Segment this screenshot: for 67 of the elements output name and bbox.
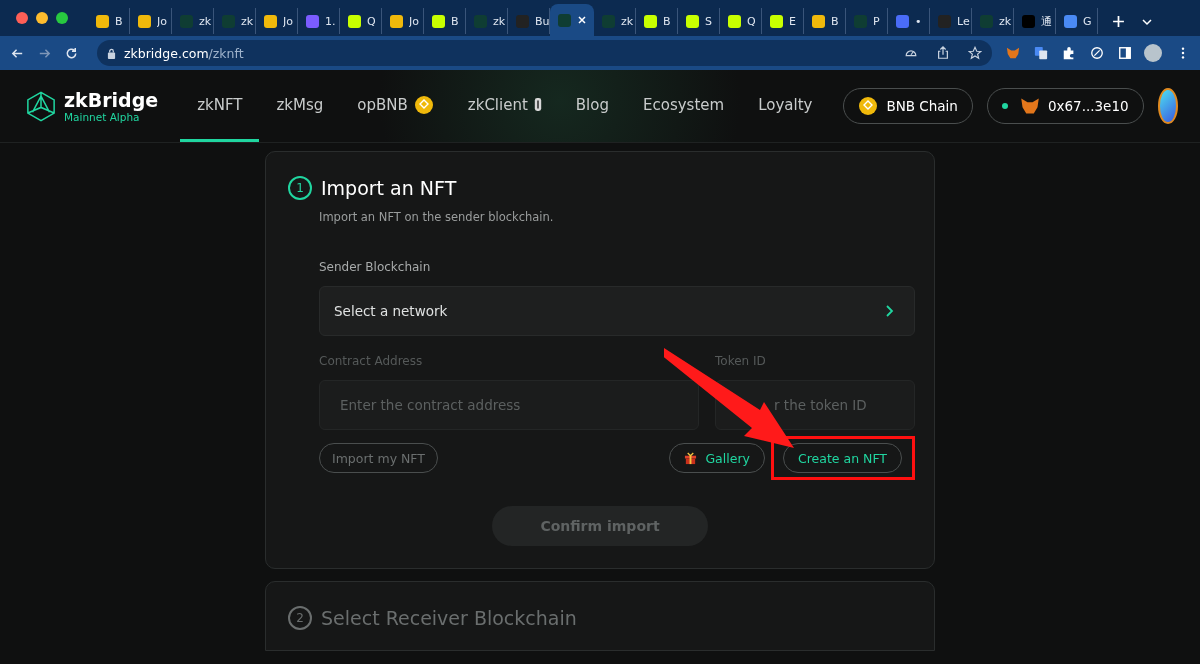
- nav-link[interactable]: zkMsg: [259, 70, 341, 142]
- new-tab-icon[interactable]: [1112, 15, 1125, 28]
- gift-icon: [684, 451, 698, 465]
- url-text: zkbridge.com/zknft: [124, 45, 244, 61]
- brand-name: zkBridge: [64, 89, 159, 111]
- brand-subtitle: Mainnet Alpha: [64, 111, 141, 123]
- chevron-down-icon[interactable]: [1141, 16, 1153, 28]
- field-label: Token ID: [715, 354, 767, 368]
- cube-logo-icon: [26, 89, 56, 123]
- browser-tab[interactable]: •: [888, 8, 930, 34]
- chip-icon: [533, 97, 542, 112]
- profile-avatar[interactable]: [1144, 44, 1162, 62]
- minimize-window-icon[interactable]: [36, 12, 48, 24]
- address-bar[interactable]: zkbridge.com/zknft: [97, 40, 992, 66]
- contract-address-field[interactable]: Enter the contract address: [319, 380, 699, 430]
- translate-icon[interactable]: [1034, 46, 1048, 60]
- puzzle-icon[interactable]: [1062, 46, 1076, 60]
- fox-extension-icon[interactable]: [1006, 46, 1020, 60]
- coin-icon: [858, 96, 879, 116]
- close-icon[interactable]: [577, 15, 587, 25]
- browser-tab[interactable]: G: [1056, 8, 1098, 34]
- browser-tab[interactable]: S: [678, 8, 720, 34]
- browser-tab[interactable]: zk: [594, 8, 636, 34]
- browser-tab[interactable]: B: [88, 8, 130, 34]
- browser-tab[interactable]: Le: [930, 8, 972, 34]
- browser-tab[interactable]: 通: [1014, 8, 1056, 34]
- browser-tab[interactable]: P: [846, 8, 888, 34]
- step-number: 1: [288, 176, 312, 200]
- fox-icon: [1019, 96, 1040, 116]
- step-number: 2: [288, 606, 312, 630]
- star-icon[interactable]: [968, 46, 982, 60]
- connected-dot-icon: [1001, 103, 1008, 109]
- browser-tab[interactable]: Jo: [256, 8, 298, 34]
- chevron-right-icon: [884, 304, 894, 318]
- browser-tab[interactable]: Jo: [382, 8, 424, 34]
- nav-link[interactable]: zkNFT: [180, 70, 260, 142]
- step-title: Select Receiver Blockchain: [321, 607, 577, 629]
- network-select[interactable]: Select a network: [319, 286, 915, 336]
- nav-link[interactable]: Ecosystem: [626, 70, 742, 142]
- nav-link[interactable]: zkClient: [450, 70, 559, 142]
- user-avatar[interactable]: [1157, 88, 1178, 124]
- browser-tab[interactable]: zk: [466, 8, 508, 34]
- field-label: Contract Address: [319, 354, 424, 368]
- lock-icon: [107, 47, 116, 59]
- browser-tab[interactable]: zk: [972, 8, 1014, 34]
- nav-link[interactable]: Blog: [558, 70, 626, 142]
- coin-icon: [413, 94, 434, 115]
- browser-tab[interactable]: 1.: [298, 8, 340, 34]
- maximize-window-icon[interactable]: [56, 12, 68, 24]
- reload-icon[interactable]: [64, 45, 79, 61]
- nav-link[interactable]: Loyalty: [741, 70, 830, 142]
- browser-tab[interactable]: B: [636, 8, 678, 34]
- step-title: Import an NFT: [321, 177, 457, 199]
- browser-tab[interactable]: B: [424, 8, 466, 34]
- browser-tab[interactable]: Q: [340, 8, 382, 34]
- browser-tab[interactable]: Q: [720, 8, 762, 34]
- browser-tab[interactable]: Jo: [130, 8, 172, 34]
- browser-tab[interactable]: zk: [214, 8, 256, 34]
- field-label: Sender Blockchain: [319, 260, 432, 274]
- browser-tab[interactable]: E: [762, 8, 804, 34]
- share-icon[interactable]: [936, 46, 950, 60]
- step-description: Import an NFT on the sender blockchain.: [319, 210, 555, 224]
- close-window-icon[interactable]: [16, 12, 28, 24]
- nav-link[interactable]: opBNB: [340, 70, 451, 142]
- browser-tab[interactable]: zk: [172, 8, 214, 34]
- sidebar-icon[interactable]: [1118, 46, 1132, 60]
- browser-tab[interactable]: B: [804, 8, 846, 34]
